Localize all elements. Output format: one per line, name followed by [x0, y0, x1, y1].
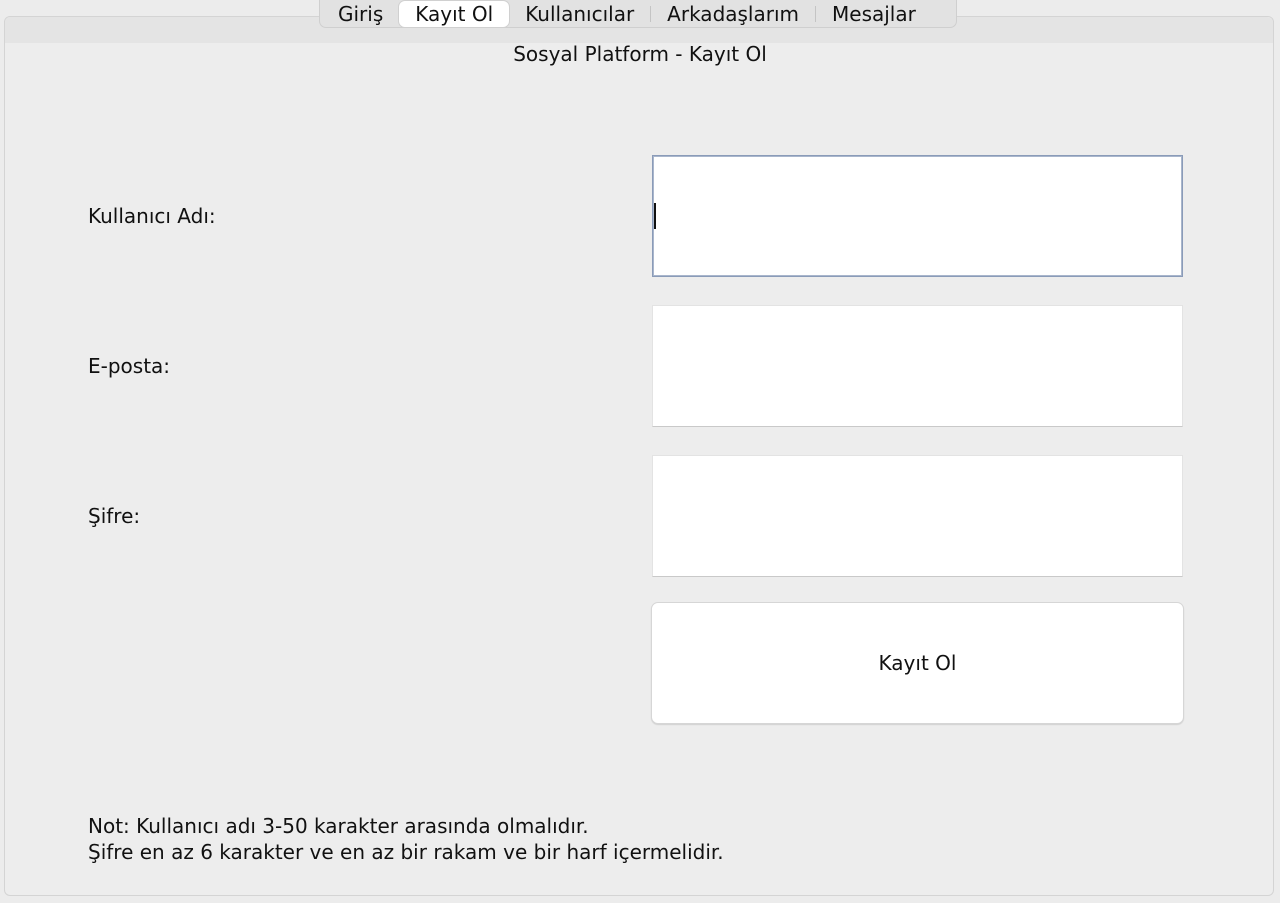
- email-field[interactable]: [652, 305, 1183, 427]
- tab-mesajlar[interactable]: Mesajlar: [816, 1, 932, 27]
- tab-arkadaslarim[interactable]: Arkadaşlarım: [651, 1, 815, 27]
- note-password-rule: Şifre en az 6 karakter ve en az bir raka…: [88, 840, 724, 864]
- password-field[interactable]: [652, 455, 1183, 577]
- register-button[interactable]: Kayıt Ol: [651, 602, 1184, 724]
- username-field[interactable]: [652, 155, 1183, 277]
- tab-giris[interactable]: Giriş: [322, 1, 399, 27]
- email-label: E-posta:: [88, 354, 171, 378]
- tab-kayit-ol[interactable]: Kayıt Ol: [399, 0, 510, 27]
- app-window: Giriş Kayıt Ol Kullanıcılar Arkadaşlarım…: [0, 0, 1280, 903]
- tab-kullanicilar[interactable]: Kullanıcılar: [509, 1, 650, 27]
- tab-bar: Giriş Kayıt Ol Kullanıcılar Arkadaşlarım…: [319, 0, 957, 28]
- page-title: Sosyal Platform - Kayıt Ol: [513, 42, 767, 66]
- text-caret: [654, 203, 656, 229]
- note-username-rule: Not: Kullanıcı adı 3-50 karakter arasınd…: [88, 814, 589, 838]
- username-label: Kullanıcı Adı:: [88, 204, 216, 228]
- password-label: Şifre:: [88, 504, 141, 528]
